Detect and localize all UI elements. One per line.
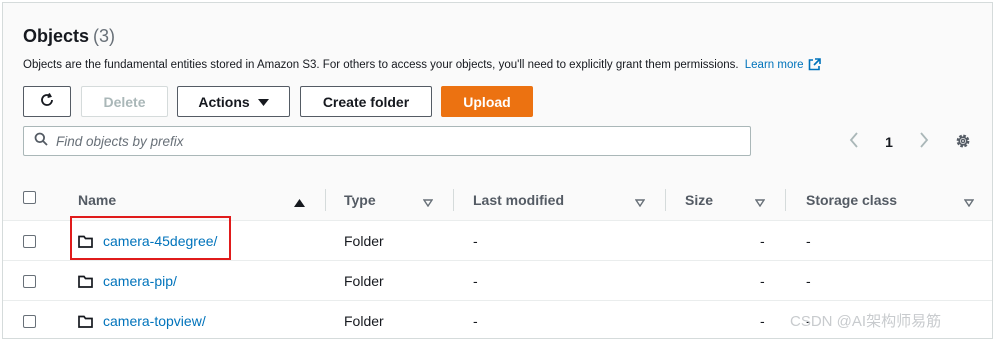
sort-ascending-icon[interactable] bbox=[294, 194, 305, 212]
row-checkbox[interactable] bbox=[23, 315, 36, 328]
caret-down-icon bbox=[257, 94, 269, 110]
column-header-size[interactable]: Size bbox=[685, 179, 713, 221]
description-text: Objects are the fundamental entities sto… bbox=[23, 59, 739, 71]
delete-button[interactable]: Delete bbox=[81, 86, 168, 117]
title-text: Objects bbox=[23, 26, 90, 46]
object-size: - bbox=[760, 273, 765, 289]
create-folder-button[interactable]: Create folder bbox=[300, 86, 432, 117]
object-type: Folder bbox=[344, 233, 384, 249]
object-size: - bbox=[760, 313, 765, 329]
sort-icon[interactable] bbox=[634, 194, 646, 212]
highlight-box bbox=[70, 216, 231, 260]
previous-page-icon[interactable] bbox=[849, 131, 859, 153]
folder-icon bbox=[78, 261, 93, 301]
search-icon bbox=[34, 132, 48, 151]
column-divider[interactable] bbox=[325, 189, 326, 211]
current-page-number[interactable]: 1 bbox=[885, 134, 893, 150]
actions-label: Actions bbox=[198, 93, 250, 110]
object-last-modified: - bbox=[473, 273, 478, 289]
column-header-storage-class[interactable]: Storage class bbox=[806, 179, 897, 221]
search-box[interactable] bbox=[23, 126, 751, 156]
objects-header: Objects (3) Objects are the fundamental e… bbox=[3, 3, 992, 179]
object-storage-class: - bbox=[806, 273, 811, 289]
table-row[interactable]: camera-pip/ Folder - - - bbox=[3, 261, 992, 301]
object-name-link[interactable]: camera-pip/ bbox=[103, 261, 177, 301]
table-header: Name Type Last modified Size Storage cla… bbox=[3, 179, 992, 221]
column-divider[interactable] bbox=[785, 189, 786, 211]
object-last-modified: - bbox=[473, 233, 478, 249]
gear-icon[interactable] bbox=[954, 132, 972, 155]
object-type: Folder bbox=[344, 273, 384, 289]
row-checkbox[interactable] bbox=[23, 235, 36, 248]
row-checkbox[interactable] bbox=[23, 275, 36, 288]
learn-more-link[interactable]: Learn more bbox=[745, 59, 804, 71]
sort-icon[interactable] bbox=[422, 194, 434, 212]
object-size: - bbox=[760, 233, 765, 249]
page-title: Objects (3) bbox=[23, 26, 115, 47]
refresh-icon bbox=[39, 92, 55, 111]
watermark: CSDN @AI架构师易筋 bbox=[790, 313, 942, 330]
upload-button[interactable]: Upload bbox=[441, 86, 533, 117]
pagination: 1 bbox=[849, 131, 929, 153]
column-header-name[interactable]: Name bbox=[78, 179, 116, 221]
actions-button[interactable]: Actions bbox=[177, 86, 290, 117]
column-header-last-modified[interactable]: Last modified bbox=[473, 179, 564, 221]
external-link-icon[interactable] bbox=[808, 58, 821, 74]
column-header-type[interactable]: Type bbox=[344, 179, 376, 221]
column-divider[interactable] bbox=[665, 189, 666, 211]
object-name-link[interactable]: camera-topview/ bbox=[103, 301, 206, 338]
objects-panel: Objects (3) Objects are the fundamental e… bbox=[2, 2, 993, 339]
next-page-icon[interactable] bbox=[919, 131, 929, 153]
object-count: (3) bbox=[93, 26, 116, 46]
object-storage-class: - bbox=[806, 233, 811, 249]
folder-icon bbox=[78, 301, 93, 338]
sort-icon[interactable] bbox=[754, 194, 766, 212]
object-type: Folder bbox=[344, 313, 384, 329]
sort-icon[interactable] bbox=[963, 194, 975, 212]
search-input[interactable] bbox=[56, 133, 716, 149]
object-last-modified: - bbox=[473, 313, 478, 329]
objects-description: Objects are the fundamental entities sto… bbox=[23, 58, 821, 74]
select-all-checkbox[interactable] bbox=[23, 191, 36, 204]
column-divider[interactable] bbox=[453, 189, 454, 211]
refresh-button[interactable] bbox=[23, 86, 71, 117]
